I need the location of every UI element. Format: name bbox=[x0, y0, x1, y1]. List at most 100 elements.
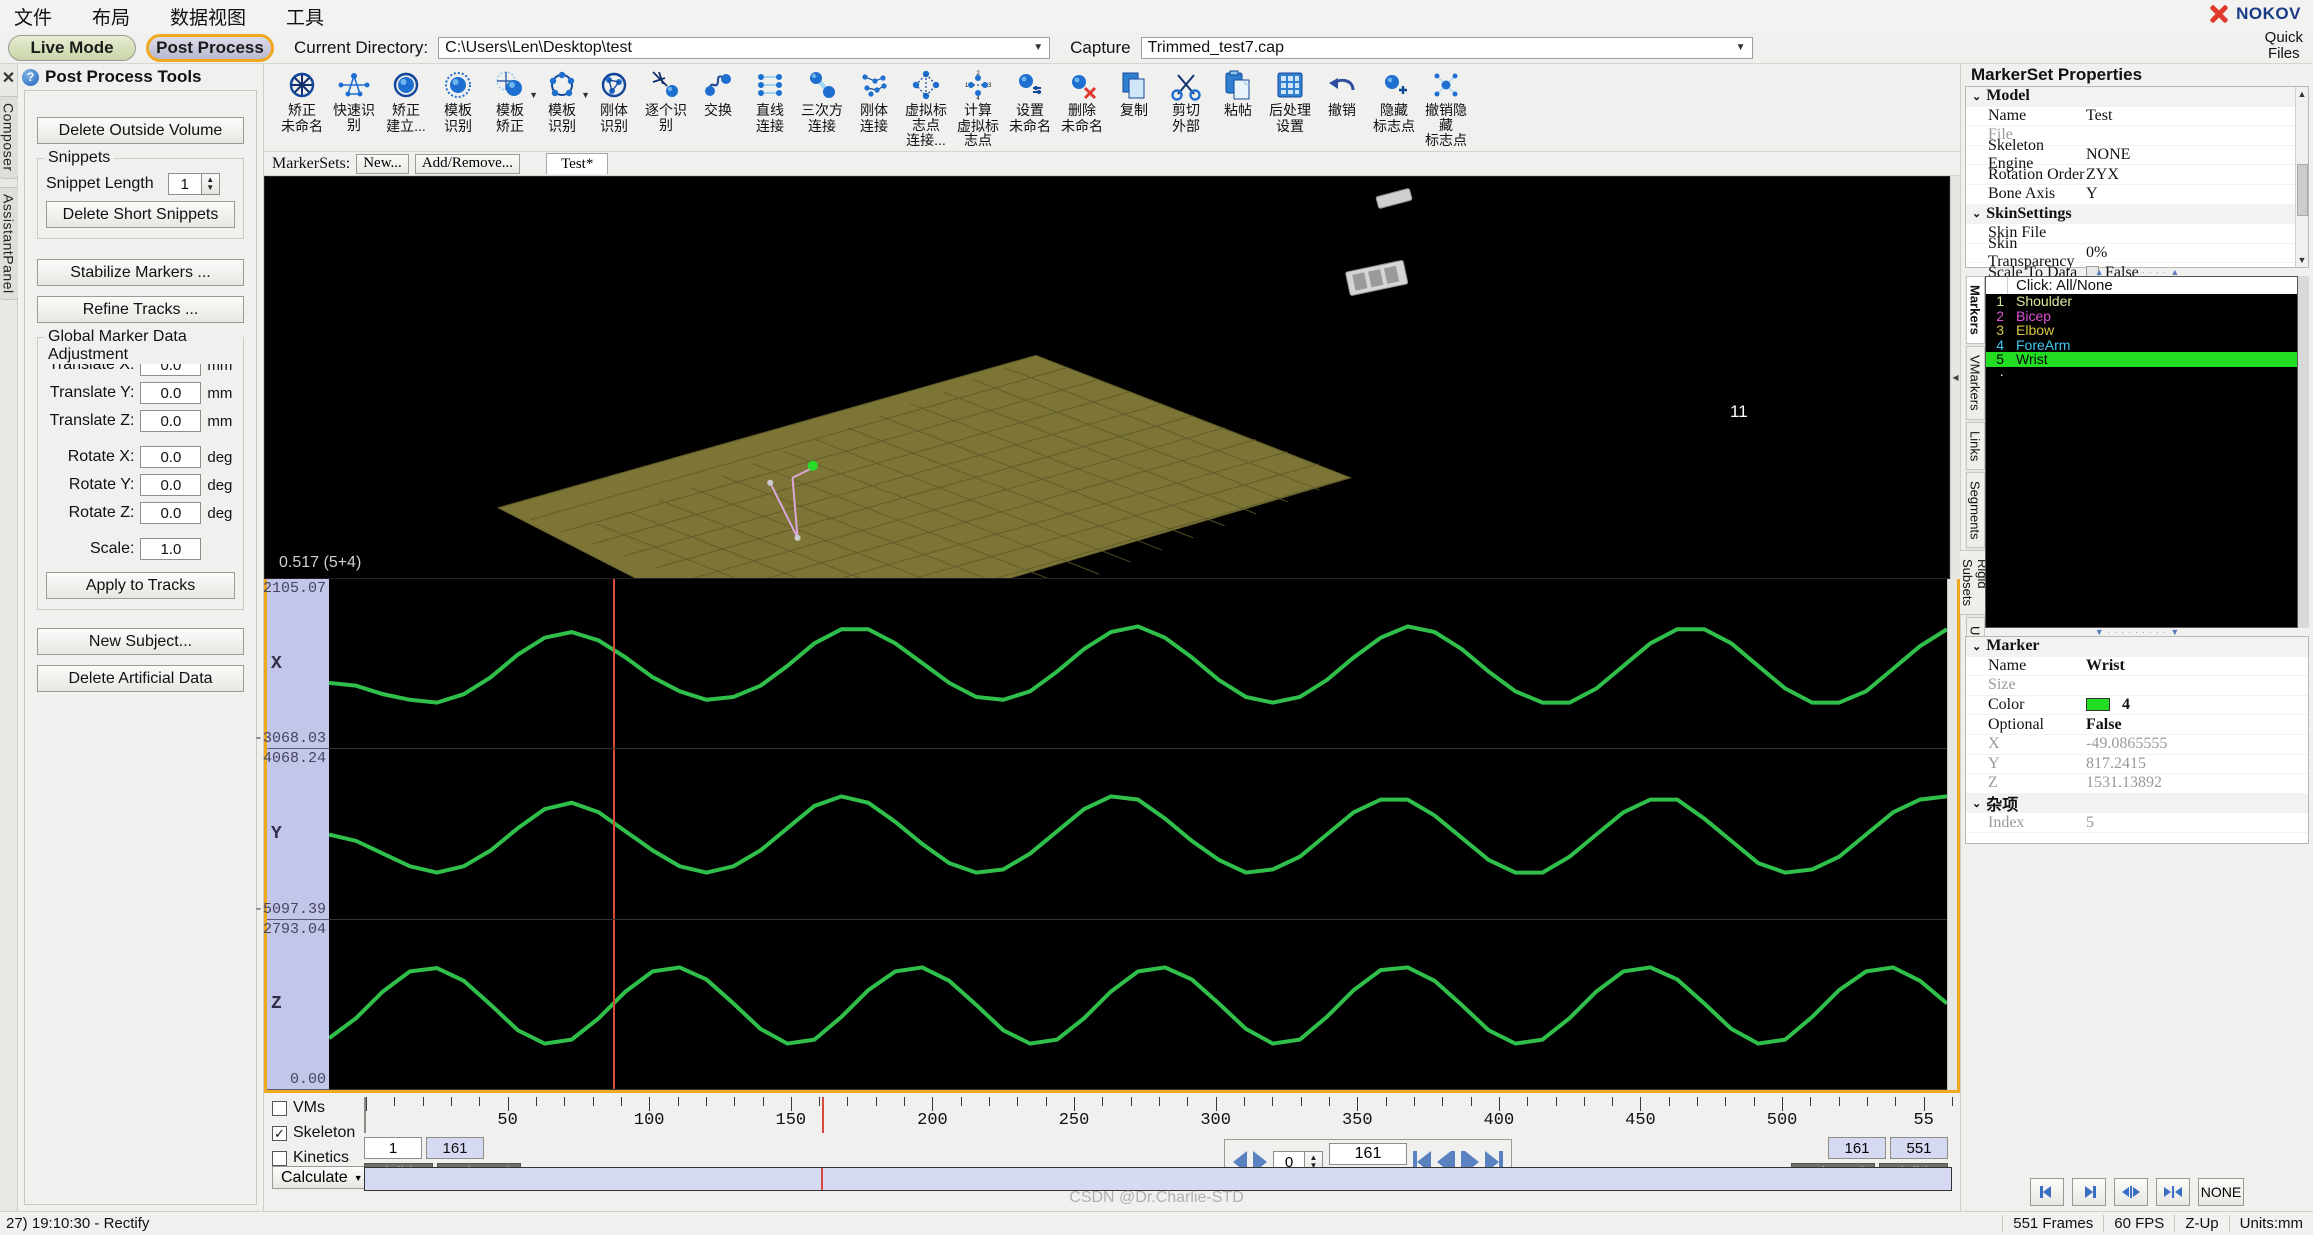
ruler-cursor[interactable] bbox=[822, 1097, 824, 1133]
toolbar-button-one-by-one[interactable]: 逐个识别 bbox=[640, 68, 692, 133]
marker-list-header-label[interactable]: Click: All/None bbox=[2008, 277, 2113, 294]
rotate-z-input[interactable]: 0.0 bbox=[140, 502, 201, 524]
property-group-Model[interactable]: ⌄ Model bbox=[1966, 87, 2295, 107]
markerset-tab-test[interactable]: Test* bbox=[546, 153, 608, 174]
marker-list[interactable]: Click: All/None 1 Shoulder2 Bicep3 Elbow… bbox=[1985, 276, 2298, 628]
property-value[interactable]: 817.2415 bbox=[2086, 755, 2308, 773]
nav-none-button[interactable]: NONE bbox=[2198, 1178, 2244, 1206]
calculate-button[interactable]: Calculate ▼ bbox=[272, 1166, 372, 1189]
3d-viewport[interactable]: 0.517 (5+4) 11 bbox=[264, 176, 1950, 579]
snippet-length-input[interactable]: 1 bbox=[168, 173, 202, 195]
expander-icon[interactable]: ⌄ bbox=[1972, 207, 1981, 220]
new-subject-button[interactable]: New Subject... bbox=[37, 628, 244, 655]
vtab-composer[interactable]: Composer bbox=[0, 96, 19, 179]
markerset-properties-scrollbar[interactable]: ▲ ▼ bbox=[2295, 87, 2308, 267]
property-value[interactable]: 0% bbox=[2086, 244, 2295, 262]
current-directory-combo[interactable]: C:\Users\Len\Desktop\test ▼ bbox=[438, 37, 1050, 59]
panel-splitter-top[interactable]: ▲ · · · · · · · · · ▲ bbox=[1961, 268, 2313, 276]
toolbar-button-rectify[interactable]: 矫正 未命名 bbox=[276, 68, 328, 133]
delete-outside-volume-button[interactable]: Delete Outside Volume bbox=[37, 117, 244, 144]
chevron-left-icon[interactable]: ◀ bbox=[1952, 373, 1958, 382]
panel-splitter-bottom[interactable]: ▼ · · · · · · · · · ▼ bbox=[1961, 628, 2313, 636]
toolbar-button-template-ring[interactable]: 模板 识别 ▼ bbox=[536, 68, 588, 133]
chevron-down-icon-2[interactable]: ▼ bbox=[1732, 42, 1750, 53]
property-value[interactable]: Test bbox=[2086, 107, 2295, 125]
post-process-button[interactable]: Post Process bbox=[146, 34, 274, 62]
menu-item-tools[interactable]: 工具 bbox=[280, 1, 330, 32]
stabilize-markers-button[interactable]: Stabilize Markers ... bbox=[37, 259, 244, 286]
property-group-SkinSettings[interactable]: ⌄ SkinSettings bbox=[1966, 205, 2295, 225]
scrubber-cursor[interactable] bbox=[821, 1168, 823, 1190]
range-start-input[interactable]: 1 bbox=[364, 1137, 422, 1159]
chevron-down-icon-calc[interactable]: ▼ bbox=[354, 1173, 363, 1183]
property-group-Marker[interactable]: ⌄ Marker bbox=[1966, 637, 2308, 657]
toolbar-button-paste[interactable]: 粘帖 bbox=[1212, 68, 1264, 119]
nav-next-marker-button[interactable] bbox=[2072, 1178, 2106, 1206]
nav-expand-button[interactable] bbox=[2156, 1178, 2190, 1206]
checkbox-kinetics[interactable]: Kinetics bbox=[272, 1149, 356, 1167]
snippet-length-stepper[interactable]: ▲▼ bbox=[202, 173, 220, 195]
menu-item-dataview[interactable]: 数据视图 bbox=[164, 1, 252, 32]
refine-tracks-button[interactable]: Refine Tracks ... bbox=[37, 296, 244, 323]
graph-plots[interactable] bbox=[329, 579, 1947, 1090]
marker-tab-links[interactable]: Links bbox=[1966, 422, 1985, 470]
toolbar-button-rigid-connect[interactable]: 刚体 连接 bbox=[848, 68, 900, 133]
live-mode-button[interactable]: Live Mode bbox=[8, 35, 136, 61]
marker-list-item-empty[interactable]: · bbox=[1986, 367, 2297, 382]
marker-list-item[interactable]: 4 ForeArm bbox=[1986, 338, 2297, 353]
toolbar-button-quick-identify[interactable]: 快速识别 bbox=[328, 68, 380, 133]
plot-cursor-X[interactable] bbox=[613, 579, 615, 748]
help-icon[interactable]: ? bbox=[22, 69, 39, 86]
nav-collapse-button[interactable] bbox=[2114, 1178, 2148, 1206]
marker-tab-segments[interactable]: Segments bbox=[1966, 472, 1985, 549]
quick-files-label[interactable]: QuickFiles bbox=[2265, 30, 2303, 62]
property-value[interactable]: Wrist bbox=[2086, 657, 2308, 675]
toolbar-button-copy[interactable]: 复制 bbox=[1108, 68, 1160, 119]
property-value[interactable]: False bbox=[2086, 716, 2308, 734]
scale-input[interactable]: 1.0 bbox=[140, 538, 201, 560]
marker-list-item[interactable]: 5 Wrist bbox=[1986, 352, 2297, 367]
property-value[interactable]: NONE bbox=[2086, 146, 2295, 164]
translate-y-input[interactable]: 0.0 bbox=[140, 382, 201, 404]
apply-to-tracks-button[interactable]: Apply to Tracks bbox=[46, 572, 235, 599]
rotate-y-input[interactable]: 0.0 bbox=[140, 474, 201, 496]
plot-cursor-Y[interactable] bbox=[613, 749, 615, 918]
expander-icon[interactable]: ⌄ bbox=[1972, 90, 1981, 103]
plot-segment-Y[interactable] bbox=[329, 749, 1947, 919]
toolbar-button-rectify-sphere[interactable]: 矫正 建立... bbox=[380, 68, 432, 133]
right-range-start-input[interactable]: 161 bbox=[1828, 1137, 1886, 1159]
scroll-down-icon[interactable]: ▼ bbox=[2298, 255, 2307, 265]
toolbar-button-template-fix[interactable]: 模板 矫正 ▼ bbox=[484, 68, 536, 133]
vtab-assistantpanel[interactable]: AssistantPanel bbox=[0, 187, 19, 301]
property-value[interactable]: ZYX bbox=[2086, 166, 2295, 184]
toolbar-button-template[interactable]: 模板 识别 bbox=[432, 68, 484, 133]
markerset-new-button[interactable]: New... bbox=[356, 154, 409, 174]
marker-list-item[interactable]: 3 Elbow bbox=[1986, 323, 2297, 338]
plot-segment-X[interactable] bbox=[329, 579, 1947, 749]
marker-tab-markers[interactable]: Markers bbox=[1966, 276, 1985, 344]
translate-z-input[interactable]: 0.0 bbox=[140, 410, 201, 432]
chevron-down-icon[interactable]: ▼ bbox=[1029, 42, 1047, 53]
markerset-addremove-button[interactable]: Add/Remove... bbox=[415, 154, 520, 174]
toolbar-button-post-settings[interactable]: 后处理 设置 bbox=[1264, 68, 1316, 133]
scroll-up-icon[interactable]: ▲ bbox=[2298, 89, 2307, 99]
viewport-scrollbar[interactable]: ◀ bbox=[1950, 176, 1960, 579]
timeline-scrubber[interactable] bbox=[364, 1167, 1952, 1191]
range-end-input[interactable]: 161 bbox=[426, 1137, 484, 1159]
marker-tab-vmarkers[interactable]: VMarkers bbox=[1966, 346, 1985, 420]
marker-list-scrollbar[interactable] bbox=[2298, 276, 2309, 628]
property-value[interactable]: Y bbox=[2086, 185, 2295, 203]
delete-artificial-data-button[interactable]: Delete Artificial Data bbox=[37, 665, 244, 692]
toolbar-button-rigid-body[interactable]: 刚体 识别 bbox=[588, 68, 640, 133]
property-group-杂项[interactable]: ⌄ 杂项 bbox=[1966, 794, 2308, 814]
plot-cursor-Z[interactable] bbox=[613, 920, 615, 1089]
delete-short-snippets-button[interactable]: Delete Short Snippets bbox=[46, 201, 235, 228]
toolbar-button-undo[interactable]: 撤销 bbox=[1316, 68, 1368, 119]
expander-icon[interactable]: ⌄ bbox=[1972, 640, 1981, 653]
toolbar-button-swap[interactable]: 交换 bbox=[692, 68, 744, 119]
property-value[interactable]: 4 bbox=[2086, 696, 2308, 714]
toolbar-button-unhide-marker[interactable]: 撤销隐藏 标志点 bbox=[1420, 68, 1472, 148]
skeleton-checkbox-box[interactable]: ✓ bbox=[272, 1126, 287, 1141]
menu-item-layout[interactable]: 布局 bbox=[86, 1, 136, 32]
toolbar-button-settings[interactable]: 设置 未命名 bbox=[1004, 68, 1056, 133]
